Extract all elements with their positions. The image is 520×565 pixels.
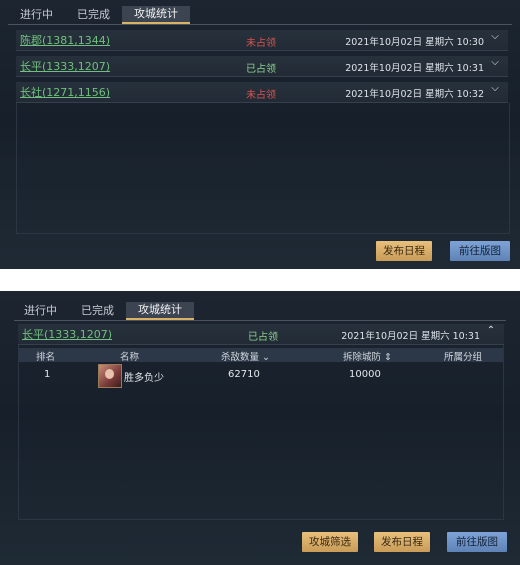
goto-map-button[interactable]: 前往版图 bbox=[450, 241, 510, 261]
tab-bar: 进行中 已完成 攻城统计 bbox=[12, 302, 194, 320]
siege-row[interactable]: 陈郡(1381,1344) 未占领 2021年10月02日 星期六 10:30 … bbox=[16, 30, 508, 51]
siege-filter-button[interactable]: 攻城筛选 bbox=[302, 532, 358, 552]
chevron-down-icon[interactable]: ⌵ bbox=[488, 83, 502, 99]
tab-completed[interactable]: 已完成 bbox=[65, 6, 122, 24]
status-text: 未占领 bbox=[246, 38, 276, 49]
stats-table-area bbox=[18, 345, 504, 520]
city-link[interactable]: 长社(1271,1156) bbox=[20, 84, 110, 100]
chevron-up-icon[interactable]: ⌃ bbox=[484, 325, 498, 341]
time-text: 2021年10月02日 星期六 10:32 bbox=[345, 89, 484, 100]
time-text: 2021年10月02日 星期六 10:31 bbox=[345, 63, 484, 74]
status-text: 已占领 bbox=[248, 332, 278, 343]
city-link[interactable]: 长平(1333,1207) bbox=[22, 326, 112, 342]
siege-row[interactable]: 长平(1333,1207) 已占领 2021年10月02日 星期六 10:31 … bbox=[16, 56, 508, 77]
status-text: 未占领 bbox=[246, 90, 276, 101]
city-link[interactable]: 陈郡(1381,1344) bbox=[20, 32, 110, 48]
siege-row[interactable]: 长社(1271,1156) 未占领 2021年10月02日 星期六 10:32 … bbox=[16, 82, 508, 103]
goto-map-button[interactable]: 前往版图 bbox=[447, 532, 507, 552]
tab-divider bbox=[8, 24, 512, 25]
tab-bar: 进行中 已完成 攻城统计 bbox=[8, 6, 190, 24]
time-text: 2021年10月02日 星期六 10:30 bbox=[345, 37, 484, 48]
chevron-down-icon[interactable]: ⌵ bbox=[488, 57, 502, 73]
tab-in-progress[interactable]: 进行中 bbox=[12, 302, 69, 320]
list-area bbox=[16, 103, 510, 234]
tab-completed[interactable]: 已完成 bbox=[69, 302, 126, 320]
city-link[interactable]: 长平(1333,1207) bbox=[20, 58, 110, 74]
tab-in-progress[interactable]: 进行中 bbox=[8, 6, 65, 24]
tab-siege-stats[interactable]: 攻城统计 bbox=[126, 302, 194, 320]
status-text: 已占领 bbox=[246, 64, 276, 75]
tab-divider bbox=[14, 320, 506, 321]
siege-panel-expanded: 进行中 已完成 攻城统计 长平(1333,1207) 已占领 2021年10月0… bbox=[0, 291, 520, 565]
chevron-down-icon[interactable]: ⌵ bbox=[488, 31, 502, 47]
publish-schedule-button[interactable]: 发布日程 bbox=[376, 241, 432, 261]
siege-panel-collapsed: 进行中 已完成 攻城统计 陈郡(1381,1344) 未占领 2021年10月0… bbox=[0, 0, 520, 269]
siege-row-expanded[interactable]: 长平(1333,1207) 已占领 2021年10月02日 星期六 10:31 … bbox=[18, 324, 504, 345]
time-text: 2021年10月02日 星期六 10:31 bbox=[341, 331, 480, 342]
tab-siege-stats[interactable]: 攻城统计 bbox=[122, 6, 190, 24]
publish-schedule-button[interactable]: 发布日程 bbox=[374, 532, 430, 552]
